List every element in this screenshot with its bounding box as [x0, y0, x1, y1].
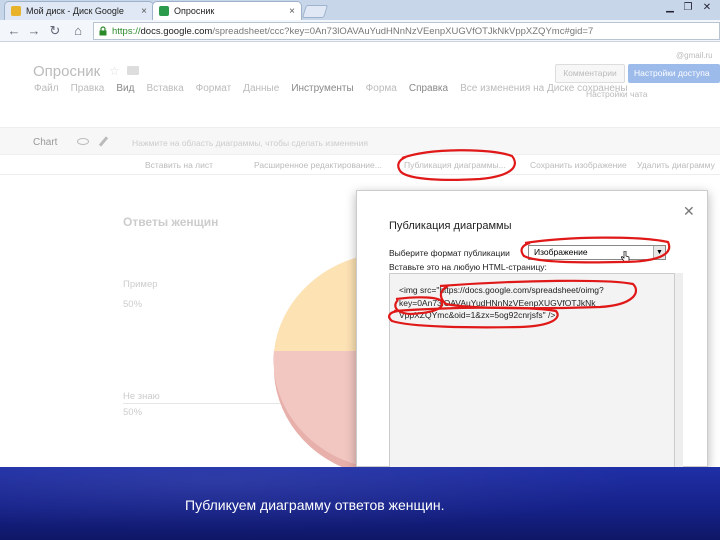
- format-label: Выберите формат публикации: [389, 248, 510, 258]
- spreadsheet-icon: [159, 6, 169, 16]
- scrollbar[interactable]: [675, 273, 683, 468]
- menu-item[interactable]: Форма: [366, 83, 397, 94]
- address-bar[interactable]: https://docs.google.com/spreadsheet/ccc?…: [93, 22, 720, 40]
- slide-caption-banner: Публикуем диаграмму ответов женщин.: [0, 467, 720, 540]
- menu-bar: Файл Правка Вид Вставка Формат Данные Ин…: [34, 83, 640, 94]
- maximize-icon[interactable]: ❐: [681, 1, 695, 15]
- publish-format-select[interactable]: Изображение ▼: [528, 245, 666, 260]
- legend-value: 50%: [123, 299, 143, 310]
- star-icon[interactable]: ☆: [109, 64, 120, 78]
- chart-menu: Вставить на лист Расширенное редактирова…: [0, 155, 720, 175]
- menu-item[interactable]: Инструменты: [291, 83, 353, 94]
- document-title[interactable]: Опросник: [33, 63, 100, 80]
- chart-hint: Нажмите на область диаграммы, чтобы сдел…: [132, 138, 368, 148]
- folder-icon[interactable]: [127, 66, 139, 75]
- account-email: @gmail.ru: [676, 51, 713, 60]
- legend-value: 50%: [123, 407, 143, 418]
- pencil-icon[interactable]: [98, 136, 109, 147]
- chart-menu-item[interactable]: Вставить на лист: [145, 160, 213, 170]
- pie-slice-yes: [274, 256, 362, 351]
- forward-arrow-icon[interactable]: →: [26, 23, 42, 39]
- close-icon[interactable]: ×: [289, 6, 295, 17]
- chart-title: Ответы женщин: [123, 215, 219, 229]
- chart-menu-item[interactable]: Сохранить изображение: [530, 160, 627, 170]
- menu-item[interactable]: Вид: [116, 83, 134, 94]
- chart-menu-item[interactable]: Удалить диаграмму: [637, 160, 715, 170]
- eye-icon[interactable]: [77, 138, 89, 145]
- slide-caption: Публикуем диаграмму ответов женщин.: [185, 497, 445, 513]
- menu-item[interactable]: Формат: [196, 83, 232, 94]
- chart-menu-publish[interactable]: Публикация диаграммы...: [404, 160, 506, 170]
- dialog-title: Публикация диаграммы: [389, 220, 512, 232]
- url-scheme: https://: [112, 25, 141, 37]
- chart-toolbar: Chart Нажмите на область диаграммы, чтоб…: [0, 127, 720, 155]
- back-arrow-icon[interactable]: ←: [6, 23, 22, 39]
- chevron-down-icon[interactable]: ▼: [653, 246, 665, 259]
- navigation-bar: ← → ↻ ⌂ https://docs.google.com/spreadsh…: [0, 20, 720, 42]
- minimize-icon[interactable]: ▁: [663, 1, 677, 15]
- reload-icon[interactable]: ↻: [47, 23, 63, 39]
- menu-item[interactable]: Файл: [34, 83, 59, 94]
- browser-tab-strip: Мой диск - Диск Google × Опросник × ▁ ❐ …: [0, 0, 720, 20]
- mouse-cursor-icon: [621, 251, 630, 263]
- url-domain: docs.google.com: [140, 25, 213, 37]
- embed-code-textarea[interactable]: <img src="https://docs.google.com/spread…: [389, 273, 675, 468]
- menu-item[interactable]: Вставка: [146, 83, 183, 94]
- menu-item[interactable]: Правка: [71, 83, 105, 94]
- comments-button[interactable]: Комментарии: [555, 64, 625, 83]
- tab-label: Опросник: [174, 6, 215, 16]
- new-tab-button[interactable]: [301, 5, 329, 18]
- menu-item[interactable]: Данные: [243, 83, 279, 94]
- chat-settings-link[interactable]: Настройки чата: [586, 89, 648, 99]
- tab-my-drive[interactable]: Мой диск - Диск Google ×: [4, 1, 154, 20]
- tab-survey[interactable]: Опросник ×: [152, 1, 302, 20]
- legend-label: Не знаю: [123, 391, 160, 402]
- tab-label: Мой диск - Диск Google: [26, 6, 124, 16]
- legend-label: Пример: [123, 279, 158, 290]
- close-icon[interactable]: ×: [141, 6, 147, 17]
- chart-menu-item[interactable]: Расширенное редактирование...: [254, 160, 382, 170]
- publish-chart-dialog: Публикация диаграммы ✕ Выберите формат п…: [356, 190, 708, 468]
- embed-code: <img src="https://docs.google.com/spread…: [399, 285, 604, 320]
- lock-icon: [99, 26, 107, 36]
- sharing-settings-button[interactable]: Настройки доступа: [628, 64, 720, 83]
- pie-chart: [273, 256, 362, 474]
- home-icon[interactable]: ⌂: [70, 23, 86, 39]
- format-select-value: Изображение: [534, 247, 588, 257]
- menu-item[interactable]: Справка: [409, 83, 448, 94]
- chart-label: Chart: [33, 137, 58, 148]
- google-drive-icon: [11, 6, 21, 16]
- url-path: /spreadsheet/ccc?key=0An73lOAVAuYudHNnNz…: [212, 25, 594, 37]
- embed-label: Вставьте это на любую HTML-страницу:: [389, 262, 547, 272]
- close-icon[interactable]: ✕: [683, 203, 695, 220]
- window-close-icon[interactable]: ✕: [700, 1, 714, 15]
